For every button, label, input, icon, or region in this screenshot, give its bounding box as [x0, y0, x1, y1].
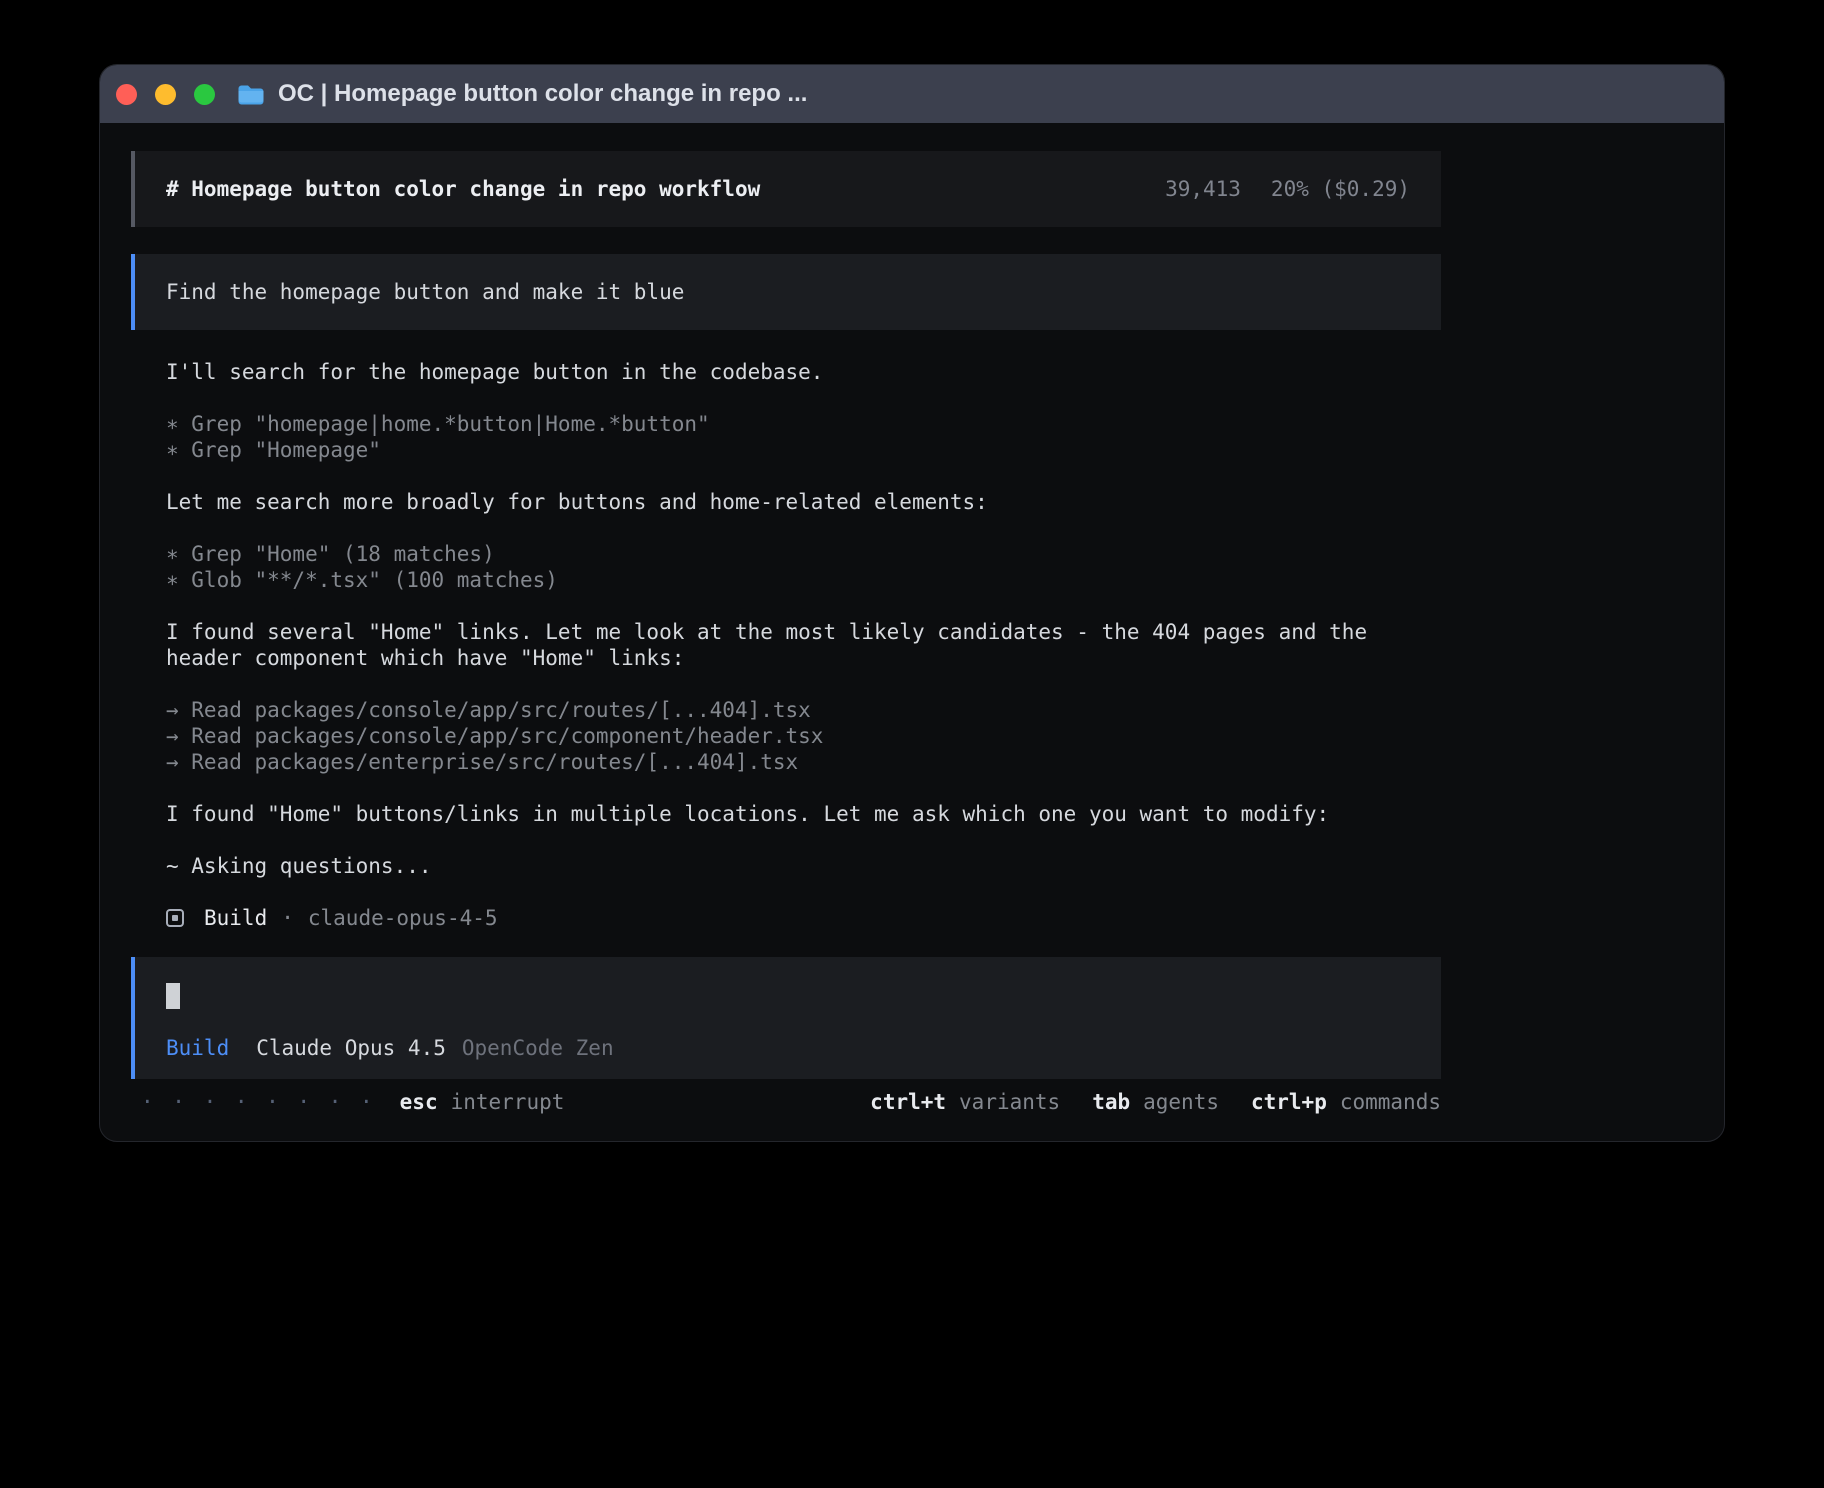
working-status-text: ~ Asking questions...	[131, 853, 1441, 879]
user-message: Find the homepage button and make it blu…	[131, 254, 1441, 330]
folder-icon	[237, 83, 264, 105]
tool-call-read-2: → Read packages/console/app/src/componen…	[166, 723, 1441, 749]
assistant-broaden-text: Let me search more broadly for buttons a…	[131, 489, 1441, 515]
session-stats: 39,413 20% ($0.29)	[1165, 176, 1410, 202]
tool-call-read-3: → Read packages/enterprise/src/routes/[.…	[166, 749, 1441, 775]
tool-call-group-1: ∗ Grep "homepage|home.*button|Home.*butt…	[131, 411, 1441, 463]
tool-call-group-reads: → Read packages/console/app/src/routes/[…	[131, 697, 1441, 775]
tool-call-grep-1: ∗ Grep "homepage|home.*button|Home.*butt…	[166, 411, 1441, 437]
terminal-content: # Homepage button color change in repo w…	[100, 123, 1441, 1115]
shortcut-variants-key: ctrl+t	[870, 1089, 946, 1115]
titlebar[interactable]: OC | Homepage button color change in rep…	[100, 65, 1724, 123]
shortcut-commands-key: ctrl+p	[1251, 1089, 1327, 1115]
minimize-button[interactable]	[155, 84, 176, 105]
agent-separator: ·	[281, 905, 294, 931]
assistant-ask-text: I found "Home" buttons/links in multiple…	[131, 801, 1441, 827]
prompt-input[interactable]: Build Claude Opus 4.5 OpenCode Zen	[131, 957, 1441, 1079]
model-name: Claude Opus 4.5	[256, 1035, 446, 1061]
shortcut-variants: ctrl+t variants	[870, 1089, 1060, 1115]
tool-call-grep-2: ∗ Grep "Homepage"	[166, 437, 1441, 463]
token-count: 39,413	[1165, 176, 1241, 202]
progress-dots: · · · · · · · ·	[141, 1089, 376, 1115]
tool-call-group-2: ∗ Grep "Home" (18 matches) ∗ Glob "**/*.…	[131, 541, 1441, 593]
terminal-window: OC | Homepage button color change in rep…	[99, 64, 1725, 1142]
shortcut-agents: tab agents	[1092, 1089, 1219, 1115]
status-bar: · · · · · · · · esc interrupt ctrl+t var…	[131, 1089, 1441, 1115]
shortcut-variants-label: variants	[959, 1089, 1060, 1115]
close-button[interactable]	[116, 84, 137, 105]
interrupt-key: esc	[400, 1089, 438, 1115]
session-title: # Homepage button color change in repo w…	[166, 176, 760, 202]
zoom-button[interactable]	[194, 84, 215, 105]
agent-icon	[166, 909, 184, 927]
assistant-candidates-text: I found several "Home" links. Let me loo…	[131, 619, 1441, 671]
status-bar-left: · · · · · · · · esc interrupt	[141, 1089, 564, 1115]
tool-call-read-1: → Read packages/console/app/src/routes/[…	[166, 697, 1441, 723]
agent-name: Build	[204, 905, 267, 931]
agent-mode-label[interactable]: Build	[166, 1035, 229, 1061]
shortcut-agents-label: agents	[1143, 1089, 1219, 1115]
tool-call-grep-3: ∗ Grep "Home" (18 matches)	[166, 541, 1441, 567]
shortcut-commands: ctrl+p commands	[1251, 1089, 1441, 1115]
shortcut-commands-label: commands	[1340, 1089, 1441, 1115]
model-provider: OpenCode Zen	[462, 1035, 614, 1061]
input-meta: Build Claude Opus 4.5 OpenCode Zen	[166, 1035, 1410, 1061]
agent-model: claude-opus-4-5	[308, 905, 498, 931]
text-cursor	[166, 983, 180, 1009]
traffic-lights	[116, 84, 215, 105]
user-message-text: Find the homepage button and make it blu…	[166, 280, 684, 304]
tool-call-glob-1: ∗ Glob "**/*.tsx" (100 matches)	[166, 567, 1441, 593]
status-bar-right: ctrl+t variants tab agents ctrl+p comman…	[870, 1089, 1441, 1115]
shortcut-agents-key: tab	[1092, 1089, 1130, 1115]
session-header: # Homepage button color change in repo w…	[131, 151, 1441, 227]
context-usage: 20% ($0.29)	[1271, 176, 1410, 202]
agent-status-line: Build · claude-opus-4-5	[131, 905, 1441, 931]
interrupt-label: interrupt	[451, 1089, 565, 1115]
assistant-intro-text: I'll search for the homepage button in t…	[131, 359, 1441, 385]
interrupt-hint: esc interrupt	[400, 1089, 565, 1115]
window-title: OC | Homepage button color change in rep…	[278, 80, 807, 108]
